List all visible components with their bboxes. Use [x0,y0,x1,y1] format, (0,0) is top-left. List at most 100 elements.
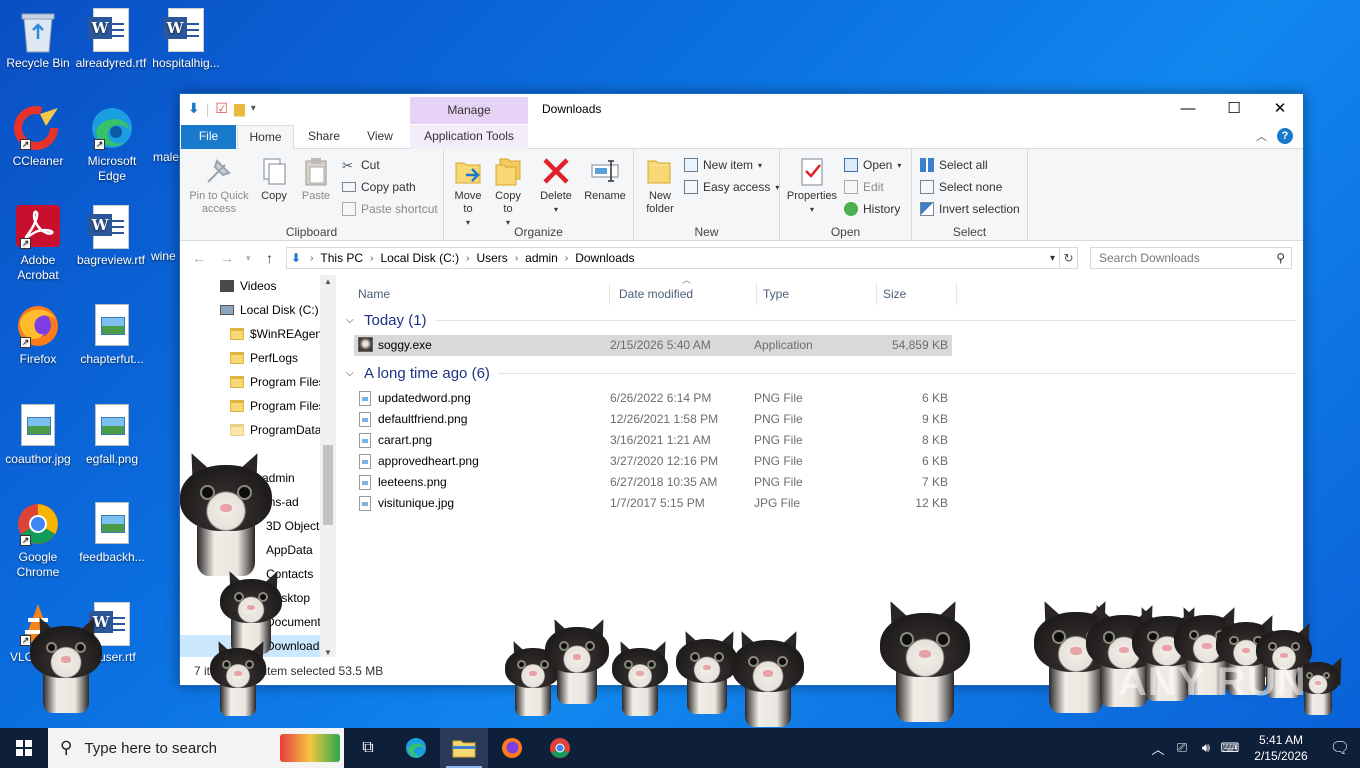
new-item-button[interactable]: New item ▾ [684,156,762,174]
column-header-type[interactable]: Type [757,283,877,305]
nav-item-local-disk[interactable]: Local Disk (C:) [220,299,319,321]
properties-icon[interactable]: ☑ [215,100,228,117]
nav-scrollbar[interactable]: ▲ ▼ [320,275,336,659]
scroll-down-icon[interactable]: ▼ [324,648,332,657]
select-none-button[interactable]: Select none [920,178,1002,196]
close-button[interactable]: ✕ [1257,94,1303,124]
back-arrow-icon[interactable]: ← [192,250,206,266]
select-all-button[interactable]: Select all [920,156,988,174]
paste-button[interactable]: Paste [296,155,336,203]
nav-item-perflogs[interactable]: PerfLogs [230,347,298,369]
column-header-size[interactable]: Size [877,283,957,305]
desktop-icon-chapterfut[interactable]: chapterfut... [74,304,150,367]
file-row[interactable]: carart.png 3/16/2021 1:21 AM PNG File 8 … [354,430,952,451]
tab-view[interactable]: View [355,125,405,149]
address-bar[interactable]: ⬇ › This PC › Local Disk (C:) › Users › adm… [286,247,1060,269]
nav-item-appdata[interactable]: AppData [266,539,313,561]
show-hidden-icons-chevron-icon[interactable]: ︿ [1146,739,1170,758]
desktop-icon-hospitalhig[interactable]: hospitalhig... [148,8,224,71]
delete-button[interactable]: Delete ▾ [536,155,576,216]
search-highlight-gifts-icon[interactable] [280,734,340,762]
tab-application-tools[interactable]: Application Tools [410,125,528,149]
address-dropdown-icon[interactable]: ▾ [1050,253,1055,264]
desktop-icon-recycle-bin[interactable]: Recycle Bin [0,8,76,71]
breadcrumb-downloads[interactable]: Downloads [575,251,634,265]
new-folder-icon[interactable]: ▆ [234,100,245,117]
file-row[interactable]: updatedword.png 6/26/2022 6:14 PM PNG Fi… [354,388,952,409]
file-explorer-window[interactable]: ⬇ | ☑ ▆ ▾ Manage Downloads — ☐ ✕ File Ho… [179,93,1304,686]
notification-center-icon[interactable]: 🗨︎ [1320,738,1360,758]
history-button[interactable]: History [844,200,900,218]
new-folder-button[interactable]: New folder [640,155,680,216]
desktop-icon-alreadyred[interactable]: alreadyred.rtf [73,8,149,71]
desktop-icon-bagreview[interactable]: bagreview.rtf [73,205,149,268]
file-row[interactable]: defaultfriend.png 12/26/2021 1:58 PM PNG… [354,409,952,430]
file-row[interactable]: leeteens.png 6/27/2018 10:35 AM PNG File… [354,472,952,493]
file-row[interactable]: soggy.exe 2/15/2026 5:40 AM Application … [354,335,952,356]
desktop-icon-coauthor[interactable]: coauthor.jpg [0,404,76,467]
tab-home[interactable]: Home [237,125,294,149]
breadcrumb-admin[interactable]: admin [525,251,558,265]
keyboard-icon[interactable]: ⌨ [1218,740,1242,756]
desktop-icon-ccleaner[interactable]: ↗ CCleaner [0,106,76,169]
refresh-button[interactable]: ↻ [1060,247,1078,269]
easy-access-button[interactable]: Easy access ▾ [684,178,779,196]
rename-button[interactable]: Rename [582,155,628,203]
properties-button[interactable]: Properties ▾ [784,155,840,216]
up-arrow-icon[interactable]: ↑ [266,250,273,266]
edit-button[interactable]: Edit [844,178,884,196]
tab-share[interactable]: Share [298,125,350,149]
file-list[interactable]: ︿ Name Date modified Type Size ⌵ Today (… [346,275,1296,659]
taskbar-chrome[interactable] [536,728,584,768]
nav-item-3d-objects[interactable]: 3D Objects [266,515,325,537]
nav-item-program-files[interactable]: Program Files [230,371,325,393]
minimize-button[interactable]: — [1165,94,1211,124]
group-header-today[interactable]: ⌵ Today (1) [346,309,1296,331]
taskbar-file-explorer[interactable] [440,728,488,768]
copy-button[interactable]: Copy [256,155,292,203]
desktop-icon-male[interactable]: male [140,106,180,165]
taskbar-search-box[interactable]: ⚲ Type here to search [48,728,344,768]
collapse-ribbon-icon[interactable]: ︿ [1256,128,1267,144]
task-view-button[interactable]: ⧉ [344,728,392,768]
recent-locations-chevron-icon[interactable]: ▾ [246,253,251,264]
maximize-button[interactable]: ☐ [1211,94,1257,124]
taskbar-clock[interactable]: 5:41 AM 2/15/2026 [1242,732,1320,764]
cut-button[interactable]: ✂ Cut [342,156,380,174]
nav-item-programdata[interactable]: ProgramData [230,419,321,441]
start-button[interactable] [0,728,48,768]
desktop-icon-feedbackh[interactable]: feedbackh... [74,502,150,565]
copy-path-button[interactable]: Copy path [342,178,416,196]
copy-to-button[interactable]: Copy to ▾ [490,155,526,229]
breadcrumb-users[interactable]: Users [476,251,507,265]
desktop-icon-adobe-acrobat[interactable]: ↗ Adobe Acrobat [0,205,76,283]
network-icon[interactable]: ⎚ [1170,740,1194,756]
pin-to-quick-access-button[interactable]: Pin to Quick access [186,155,252,216]
nav-item-videos[interactable]: Videos [220,275,276,297]
collapse-group-chevron-icon[interactable]: ⌵ [346,315,360,326]
breadcrumb-this-pc[interactable]: This PC [320,251,363,265]
taskbar-edge[interactable] [392,728,440,768]
invert-selection-button[interactable]: Invert selection [920,200,1020,218]
nav-item-program-files-x86[interactable]: Program Files [230,395,325,417]
open-button[interactable]: Open ▾ [844,156,901,174]
taskbar-firefox[interactable] [488,728,536,768]
desktop-icon-chrome[interactable]: ↗ Google Chrome [0,502,76,580]
group-header-long-ago[interactable]: ⌵ A long time ago (6) [346,362,1296,384]
nav-scrollbar-thumb[interactable] [323,445,333,525]
manage-tab[interactable]: Manage [410,97,528,124]
desktop-icon-wine[interactable]: wine [140,205,180,264]
move-to-button[interactable]: Move to ▾ [450,155,486,229]
volume-icon[interactable]: 🔊︎ [1194,740,1218,756]
desktop-icon-firefox[interactable]: ↗ Firefox [0,304,76,367]
tab-file[interactable]: File [181,125,236,149]
breadcrumb-local-disk[interactable]: Local Disk (C:) [380,251,459,265]
nav-item-winreagent[interactable]: $WinREAgent [230,323,325,345]
title-bar[interactable]: ⬇ | ☑ ▆ ▾ Manage Downloads — ☐ ✕ [180,94,1303,126]
search-input[interactable]: Search Downloads ⚲ [1090,247,1292,269]
paste-shortcut-button[interactable]: Paste shortcut [342,200,438,218]
down-arrow-icon[interactable]: ⬇ [188,100,200,117]
forward-arrow-icon[interactable]: → [220,250,234,266]
file-row[interactable]: approvedheart.png 3/27/2020 12:16 PM PNG… [354,451,952,472]
scroll-up-icon[interactable]: ▲ [324,277,332,286]
